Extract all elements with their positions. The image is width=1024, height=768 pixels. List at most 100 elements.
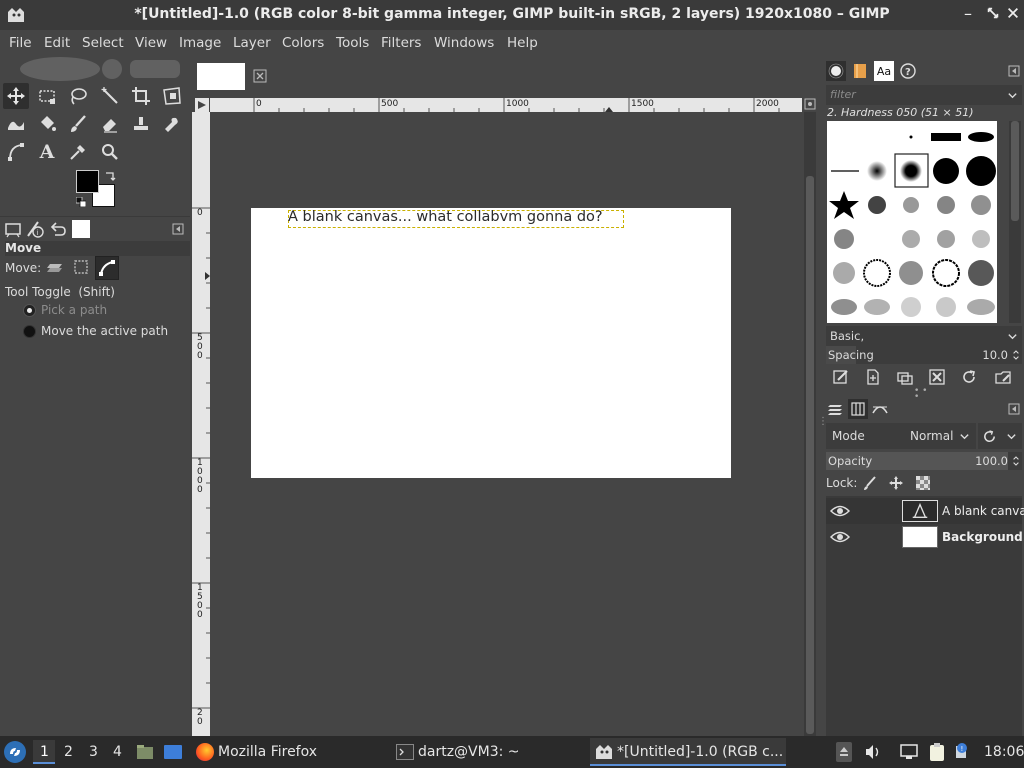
- refresh-brushes-icon[interactable]: [960, 368, 978, 386]
- unified-transform-tool-icon[interactable]: [159, 83, 185, 109]
- move-selection-mode-icon[interactable]: [70, 256, 92, 278]
- ruler-corner-icon[interactable]: [195, 98, 209, 112]
- tray-eject-icon[interactable]: [836, 742, 852, 762]
- volume-icon[interactable]: [864, 744, 882, 760]
- channels-tab-icon[interactable]: [848, 399, 868, 419]
- lock-pixels-icon[interactable]: [862, 475, 878, 491]
- brush-grid-scrollbar[interactable]: [1009, 121, 1021, 323]
- chevron-down-icon[interactable]: [1007, 331, 1018, 342]
- brushes-tab-icon[interactable]: [826, 61, 846, 81]
- menu-help[interactable]: Help: [507, 35, 538, 51]
- layer-row[interactable]: A blank canva: [826, 498, 1024, 524]
- menu-file[interactable]: File: [9, 35, 32, 51]
- chevron-down-icon[interactable]: [1006, 431, 1017, 442]
- duplicate-brush-icon[interactable]: [896, 368, 914, 386]
- tool-options-tab-icon[interactable]: [4, 220, 22, 238]
- dock-separator-handle[interactable]: • • •: [914, 387, 932, 402]
- taskbar-app-firefox[interactable]: Mozilla Firefox: [194, 738, 380, 766]
- warp-transform-tool-icon[interactable]: [3, 111, 29, 137]
- rect-select-tool-icon[interactable]: [34, 83, 60, 109]
- move-active-path-radio[interactable]: [23, 325, 36, 338]
- eraser-tool-icon[interactable]: [97, 111, 123, 137]
- show-desktop-icon[interactable]: [163, 743, 183, 761]
- maximize-icon[interactable]: [986, 6, 1002, 22]
- menu-filters[interactable]: Filters: [381, 35, 421, 51]
- panel-resize-handle[interactable]: ⋮: [818, 416, 828, 440]
- move-layer-mode-icon[interactable]: [44, 256, 66, 278]
- swap-colors-icon[interactable]: [104, 170, 116, 182]
- workspace-2[interactable]: 2: [64, 744, 73, 760]
- layer-composite-select[interactable]: [978, 423, 1022, 449]
- configure-brushes-icon[interactable]: [1008, 65, 1020, 77]
- layer-name[interactable]: A blank canva: [942, 504, 1024, 518]
- chevron-down-icon[interactable]: [1007, 90, 1018, 101]
- move-tool-icon[interactable]: [3, 83, 29, 109]
- close-tab-icon[interactable]: [253, 69, 267, 83]
- image-canvas[interactable]: A blank canvas... what collabvm gonna do…: [251, 208, 731, 478]
- start-menu-icon[interactable]: [4, 741, 26, 763]
- help-tab-icon[interactable]: ?: [898, 61, 918, 81]
- layers-tab-icon[interactable]: [826, 399, 846, 419]
- eye-visibility-icon[interactable]: [830, 530, 850, 544]
- horizontal-ruler[interactable]: 0 500 1000 1500 2000: [210, 98, 802, 112]
- menu-edit[interactable]: Edit: [44, 35, 70, 51]
- pick-path-radio[interactable]: [23, 304, 36, 317]
- menu-image[interactable]: Image: [179, 35, 221, 51]
- menu-tools[interactable]: Tools: [336, 35, 369, 51]
- menu-view[interactable]: View: [135, 35, 167, 51]
- chevron-down-icon[interactable]: [959, 431, 970, 442]
- menu-windows[interactable]: Windows: [434, 35, 494, 51]
- crop-tool-icon[interactable]: [128, 83, 154, 109]
- color-picker-tool-icon[interactable]: [65, 139, 91, 165]
- lock-position-icon[interactable]: [888, 475, 904, 491]
- updates-icon[interactable]: !: [952, 740, 972, 760]
- fuzzy-select-tool-icon[interactable]: [97, 83, 123, 109]
- move-path-mode-icon[interactable]: [95, 256, 119, 280]
- configure-tab-icon[interactable]: [172, 223, 184, 235]
- foreground-color-swatch[interactable]: [76, 170, 99, 193]
- clipboard-icon[interactable]: [928, 742, 946, 762]
- edit-brush-icon[interactable]: [832, 368, 850, 386]
- pick-path-label[interactable]: Pick a path: [41, 303, 107, 317]
- default-colors-icon[interactable]: [75, 196, 87, 208]
- brush-filter-input[interactable]: filter: [826, 85, 1022, 105]
- configure-layers-icon[interactable]: [1008, 403, 1020, 415]
- device-status-tab-icon[interactable]: i: [26, 220, 44, 238]
- minimize-icon[interactable]: –: [964, 6, 980, 22]
- workspace-1[interactable]: 1: [33, 740, 55, 764]
- network-icon[interactable]: [900, 744, 918, 760]
- spacing-spinner[interactable]: Spacing 10.0: [826, 346, 1022, 364]
- opacity-spinner[interactable]: Opacity 100.0: [826, 452, 1022, 470]
- fonts-tab-icon[interactable]: Aa: [874, 61, 894, 81]
- vertical-scrollbar[interactable]: [804, 112, 816, 736]
- workspace-4[interactable]: 4: [113, 744, 122, 760]
- layer-row[interactable]: Background: [826, 524, 1023, 550]
- new-brush-icon[interactable]: [864, 368, 882, 386]
- close-icon[interactable]: [1006, 6, 1022, 22]
- bucket-fill-tool-icon[interactable]: [34, 111, 60, 137]
- paintbrush-tool-icon[interactable]: [65, 111, 91, 137]
- navigate-icon[interactable]: [804, 98, 816, 110]
- image-tab[interactable]: [192, 60, 278, 98]
- layer-mode-select[interactable]: Mode Normal: [826, 423, 976, 449]
- canvas-text-layer[interactable]: A blank canvas... what collabvm gonna do…: [288, 209, 603, 225]
- images-tab-icon[interactable]: [72, 220, 90, 238]
- text-tool-icon[interactable]: A: [34, 139, 60, 165]
- brush-grid-scrollbar-thumb[interactable]: [1011, 121, 1019, 221]
- vertical-scrollbar-thumb[interactable]: [806, 176, 814, 734]
- move-active-path-label[interactable]: Move the active path: [41, 324, 168, 338]
- taskbar-app-gimp[interactable]: *[Untitled]-1.0 (RGB c...: [590, 738, 786, 766]
- vertical-ruler[interactable]: 0 5 0 0 1 0 0 0 1 5 0 0 2 0: [192, 112, 210, 736]
- open-brush-as-image-icon[interactable]: [994, 368, 1012, 386]
- brush-grid[interactable]: [827, 121, 997, 323]
- undo-history-tab-icon[interactable]: [49, 220, 67, 238]
- lock-alpha-icon[interactable]: [915, 475, 931, 491]
- smudge-tool-icon[interactable]: [159, 111, 185, 137]
- menu-select[interactable]: Select: [82, 35, 124, 51]
- taskbar-app-terminal[interactable]: dartz@VM3: ~: [394, 738, 584, 766]
- lasso-tool-icon[interactable]: [65, 83, 91, 109]
- paths-tab-icon[interactable]: [870, 399, 890, 419]
- clone-tool-icon[interactable]: [128, 111, 154, 137]
- layer-name[interactable]: Background: [942, 530, 1023, 544]
- spinner-arrows-icon[interactable]: [1012, 348, 1020, 362]
